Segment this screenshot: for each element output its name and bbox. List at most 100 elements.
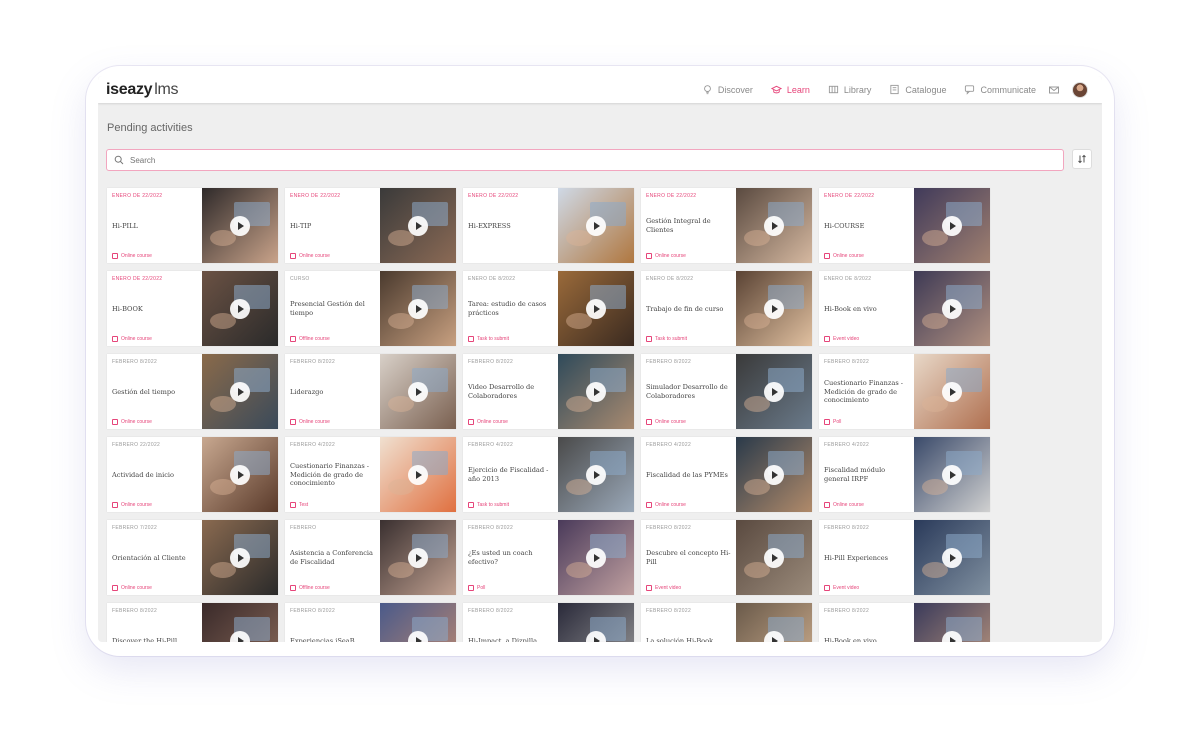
card-thumbnail — [380, 271, 456, 346]
mail-icon[interactable] — [1048, 84, 1060, 96]
activity-card[interactable]: ENERO DE 22/2022 Hi-PILL Online course — [107, 188, 278, 263]
card-type: Online course — [112, 252, 197, 259]
activity-card[interactable]: FEBRERO 8/2022 Hi-Pill Experiences Event v… — [819, 520, 990, 595]
activity-card[interactable]: CURSO Presencial Gestión del tiempo Offlin… — [285, 271, 456, 346]
card-date: FEBRERO 4/2022 — [290, 442, 336, 448]
activity-card[interactable]: FEBRERO 4/2022 Cuestionario Finanzas - Me… — [285, 437, 456, 512]
play-button[interactable] — [586, 547, 606, 568]
card-date: FEBRERO 7/2022 — [112, 525, 158, 531]
play-button[interactable] — [230, 215, 250, 236]
activity-card[interactable]: FEBRERO 8/2022 ¿Es usted un coach efectiv… — [463, 520, 634, 595]
play-button[interactable] — [942, 547, 962, 568]
card-date: FEBRERO 8/2022 — [824, 359, 870, 365]
activity-card[interactable]: ENERO DE 8/2022 Trabajo de fin de curso Ta… — [641, 271, 812, 346]
card-title: Discover the Hi-Pill — [112, 636, 178, 642]
card-thumbnail — [558, 603, 634, 642]
activities-grid: ENERO DE 22/2022 Hi-PILL Online course ENER… — [107, 188, 997, 642]
course-type-icon — [646, 335, 652, 342]
play-button[interactable] — [408, 464, 428, 485]
card-date: FEBRERO 8/2022 — [468, 608, 514, 614]
play-button[interactable] — [408, 381, 428, 402]
activity-card[interactable]: FEBRERO 4/2022 Fiscalidad de las PYMEs Onl… — [641, 437, 812, 512]
activity-card[interactable]: FEBRERO 8/2022 Simulador Desarrollo de Co… — [641, 354, 812, 429]
course-type-icon — [824, 584, 830, 591]
card-title: Fiscalidad de las PYMEs — [646, 470, 728, 479]
card-thumbnail — [558, 520, 634, 595]
activity-card[interactable]: ENERO DE 22/2022 Hi-TIP Online course — [285, 188, 456, 263]
course-type-icon — [290, 336, 296, 342]
play-button[interactable] — [942, 464, 962, 485]
activity-card[interactable]: ENERO DE 8/2022 Tarea: estudio de casos p… — [463, 271, 634, 346]
play-icon — [416, 387, 422, 396]
activity-card[interactable]: FEBRERO 8/2022 Video Desarrollo de Colabo… — [463, 354, 634, 429]
play-button[interactable] — [764, 547, 784, 568]
play-button[interactable] — [942, 298, 962, 319]
activity-card[interactable]: FEBRERO 8/2022 Hi-Impact, a Dizpilla — [463, 603, 634, 642]
play-button[interactable] — [230, 547, 250, 568]
card-type-label: Task to submit — [655, 335, 687, 342]
card-title: Cuestionario Finanzas - Medición de grad… — [824, 378, 904, 405]
activity-card[interactable]: ENERO DE 8/2022 Hi-Book en vivo Event vide… — [819, 271, 990, 346]
play-button[interactable] — [764, 298, 784, 319]
activity-card[interactable]: FEBRERO 4/2022 Ejercicio de Fiscalidad - … — [463, 437, 634, 512]
activity-card[interactable]: ENERO DE 22/2022 Gestión Integral de Clie… — [641, 188, 812, 263]
play-button[interactable] — [764, 464, 784, 485]
card-info: ENERO DE 8/2022 Trabajo de fin de curso Ta… — [641, 271, 736, 346]
play-button[interactable] — [586, 298, 606, 319]
play-button[interactable] — [230, 298, 250, 319]
card-date: FEBRERO 8/2022 — [290, 608, 336, 614]
activity-card[interactable]: FEBRERO Asistencia a Conferencia de Fisca… — [285, 520, 456, 595]
activity-card[interactable]: FEBRERO 7/2022 Orientación al Cliente Onli… — [107, 520, 278, 595]
play-button[interactable] — [408, 215, 428, 236]
play-button[interactable] — [942, 215, 962, 236]
card-info: ENERO DE 22/2022 Hi-BOOK Online course — [107, 271, 202, 346]
card-thumbnail — [914, 354, 990, 429]
activity-card[interactable]: FEBRERO 22/2022 Actividad de inicio Online… — [107, 437, 278, 512]
play-button[interactable] — [408, 547, 428, 568]
course-type-icon — [112, 584, 118, 591]
card-date: FEBRERO 4/2022 — [646, 442, 692, 448]
play-button[interactable] — [764, 381, 784, 402]
nav-library[interactable]: Library — [828, 84, 871, 95]
card-title: Tarea: estudio de casos prácticos — [468, 300, 547, 317]
activity-card[interactable]: FEBRERO 8/2022 Descubre el concepto Hi-Pi… — [641, 520, 812, 595]
card-title: ¿Es usted un coach efectivo? — [468, 549, 533, 566]
nav-communicate[interactable]: Communicate — [964, 84, 1036, 95]
play-button[interactable] — [586, 381, 606, 402]
play-icon — [238, 636, 244, 642]
activity-card[interactable]: FEBRERO 8/2022 Gestión del tiempo Online c… — [107, 354, 278, 429]
nav-discover[interactable]: Discover — [702, 84, 753, 95]
activity-card[interactable]: ENERO DE 22/2022 Hi-BOOK Online course — [107, 271, 278, 346]
activity-card[interactable]: FEBRERO 8/2022 Discover the Hi-Pill — [107, 603, 278, 642]
app-logo[interactable]: iseazy lms — [106, 81, 179, 99]
card-type: Test — [290, 501, 375, 508]
activity-card[interactable]: FEBRERO 8/2022 Cuestionario Finanzas - Me… — [819, 354, 990, 429]
play-button[interactable] — [230, 464, 250, 485]
card-type: Task to submit — [468, 336, 553, 342]
play-button[interactable] — [764, 215, 784, 236]
activity-card[interactable]: FEBRERO 8/2022 La solución Hi-Book — [641, 603, 812, 642]
play-button[interactable] — [230, 381, 250, 402]
play-button[interactable] — [586, 215, 606, 236]
card-date: FEBRERO 8/2022 — [112, 359, 158, 365]
activity-card[interactable]: ENERO DE 22/2022 Hi-EXPRESS — [463, 188, 634, 263]
activity-card[interactable]: FEBRERO 8/2022 Liderazgo Online course — [285, 354, 456, 429]
nav-catalogue[interactable]: Catalogue — [889, 84, 946, 95]
card-type: Event video — [824, 584, 909, 591]
card-date: FEBRERO 4/2022 — [468, 442, 514, 448]
play-button[interactable] — [942, 381, 962, 402]
activity-card[interactable]: ENERO DE 22/2022 Hi-COURSE Online course — [819, 188, 990, 263]
search-box[interactable] — [106, 149, 1064, 171]
activity-card[interactable]: FEBRERO 4/2022 Fiscalidad módulo general … — [819, 437, 990, 512]
sort-button[interactable] — [1072, 149, 1092, 169]
play-button[interactable] — [408, 298, 428, 319]
activity-card[interactable]: FEBRERO 8/2022 Experiencias iSeaB — [285, 603, 456, 642]
play-button[interactable] — [586, 464, 606, 485]
search-input[interactable] — [130, 155, 1030, 165]
user-avatar[interactable] — [1072, 81, 1088, 98]
card-date: ENERO DE 22/2022 — [112, 193, 163, 199]
activity-card[interactable]: FEBRERO 8/2022 Hi-Book en vivo — [819, 603, 990, 642]
play-icon — [950, 636, 956, 642]
course-type-icon — [646, 501, 652, 508]
nav-learn[interactable]: Learn — [770, 84, 810, 95]
